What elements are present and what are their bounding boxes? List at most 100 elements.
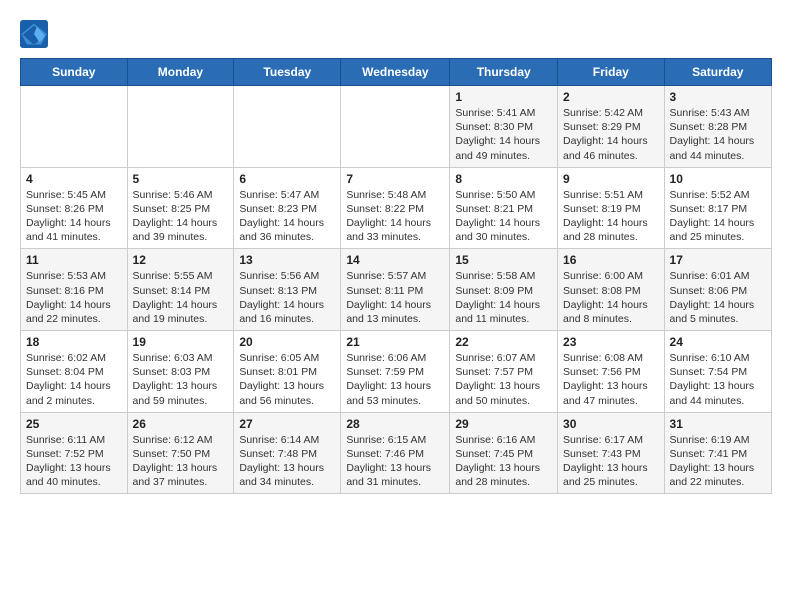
day-info: Sunrise: 5:48 AM Sunset: 8:22 PM Dayligh… <box>346 188 444 245</box>
day-info: Sunrise: 5:53 AM Sunset: 8:16 PM Dayligh… <box>26 269 122 326</box>
logo-icon <box>20 20 48 48</box>
day-number: 4 <box>26 172 122 186</box>
calendar-cell: 26Sunrise: 6:12 AM Sunset: 7:50 PM Dayli… <box>127 412 234 494</box>
day-number: 31 <box>670 417 766 431</box>
calendar-cell: 1Sunrise: 5:41 AM Sunset: 8:30 PM Daylig… <box>450 86 558 168</box>
calendar-cell <box>234 86 341 168</box>
calendar-cell: 14 Sunrise: 5:57 AM Sunset: 8:11 PM Dayli… <box>341 249 450 331</box>
day-info: Sunrise: 6:16 AM Sunset: 7:45 PM Dayligh… <box>455 433 552 490</box>
day-number: 10 <box>670 172 766 186</box>
calendar-cell: 30 Sunrise: 6:17 AM Sunset: 7:43 PM Dayli… <box>558 412 665 494</box>
day-number: 20 <box>239 335 335 349</box>
day-info: Sunrise: 5:46 AM Sunset: 8:25 PM Dayligh… <box>133 188 229 245</box>
day-number: 22 <box>455 335 552 349</box>
day-number: 23 <box>563 335 659 349</box>
day-number: 7 <box>346 172 444 186</box>
weekday-header-row: SundayMondayTuesdayWednesdayThursdayFrid… <box>21 59 772 86</box>
day-info: Sunrise: 6:01 AM Sunset: 8:06 PM Dayligh… <box>670 269 766 326</box>
day-number: 5 <box>133 172 229 186</box>
weekday-header-saturday: Saturday <box>664 59 771 86</box>
day-info: Sunrise: 6:06 AM Sunset: 7:59 PM Dayligh… <box>346 351 444 408</box>
weekday-header-monday: Monday <box>127 59 234 86</box>
day-number: 18 <box>26 335 122 349</box>
day-info: Sunrise: 5:41 AM Sunset: 8:30 PM Dayligh… <box>455 106 552 163</box>
day-info: Sunrise: 6:00 AM Sunset: 8:08 PM Dayligh… <box>563 269 659 326</box>
day-info: Sunrise: 6:03 AM Sunset: 8:03 PM Dayligh… <box>133 351 229 408</box>
calendar-cell: 23Sunrise: 6:08 AM Sunset: 7:56 PM Dayli… <box>558 331 665 413</box>
calendar-cell: 2 Sunrise: 5:42 AM Sunset: 8:29 PM Daylig… <box>558 86 665 168</box>
calendar-cell <box>341 86 450 168</box>
calendar-week-5: 25 Sunrise: 6:11 AM Sunset: 7:52 PM Dayli… <box>21 412 772 494</box>
day-number: 3 <box>670 90 766 104</box>
day-info: Sunrise: 5:58 AM Sunset: 8:09 PM Dayligh… <box>455 269 552 326</box>
day-info: Sunrise: 6:07 AM Sunset: 7:57 PM Dayligh… <box>455 351 552 408</box>
calendar-cell: 31 Sunrise: 6:19 AM Sunset: 7:41 PM Dayli… <box>664 412 771 494</box>
calendar-cell: 20Sunrise: 6:05 AM Sunset: 8:01 PM Dayli… <box>234 331 341 413</box>
calendar-table: SundayMondayTuesdayWednesdayThursdayFrid… <box>20 58 772 494</box>
calendar-cell: 8 Sunrise: 5:50 AM Sunset: 8:21 PM Daylig… <box>450 167 558 249</box>
calendar-cell: 21 Sunrise: 6:06 AM Sunset: 7:59 PM Dayli… <box>341 331 450 413</box>
weekday-header-thursday: Thursday <box>450 59 558 86</box>
calendar-cell: 29 Sunrise: 6:16 AM Sunset: 7:45 PM Dayli… <box>450 412 558 494</box>
day-info: Sunrise: 6:15 AM Sunset: 7:46 PM Dayligh… <box>346 433 444 490</box>
page-header <box>20 20 772 48</box>
day-number: 6 <box>239 172 335 186</box>
day-number: 21 <box>346 335 444 349</box>
calendar-cell: 6 Sunrise: 5:47 AM Sunset: 8:23 PM Daylig… <box>234 167 341 249</box>
day-number: 16 <box>563 253 659 267</box>
calendar-week-2: 4 Sunrise: 5:45 AM Sunset: 8:26 PM Daylig… <box>21 167 772 249</box>
calendar-cell: 17 Sunrise: 6:01 AM Sunset: 8:06 PM Dayli… <box>664 249 771 331</box>
day-number: 29 <box>455 417 552 431</box>
day-info: Sunrise: 6:14 AM Sunset: 7:48 PM Dayligh… <box>239 433 335 490</box>
calendar-cell: 9 Sunrise: 5:51 AM Sunset: 8:19 PM Daylig… <box>558 167 665 249</box>
calendar-cell: 11 Sunrise: 5:53 AM Sunset: 8:16 PM Dayli… <box>21 249 128 331</box>
day-number: 14 <box>346 253 444 267</box>
day-number: 25 <box>26 417 122 431</box>
calendar-cell: 19 Sunrise: 6:03 AM Sunset: 8:03 PM Dayli… <box>127 331 234 413</box>
day-info: Sunrise: 6:02 AM Sunset: 8:04 PM Dayligh… <box>26 351 122 408</box>
weekday-header-tuesday: Tuesday <box>234 59 341 86</box>
day-number: 19 <box>133 335 229 349</box>
day-info: Sunrise: 5:57 AM Sunset: 8:11 PM Dayligh… <box>346 269 444 326</box>
calendar-cell <box>127 86 234 168</box>
day-info: Sunrise: 5:42 AM Sunset: 8:29 PM Dayligh… <box>563 106 659 163</box>
calendar-week-3: 11 Sunrise: 5:53 AM Sunset: 8:16 PM Dayli… <box>21 249 772 331</box>
day-number: 13 <box>239 253 335 267</box>
day-info: Sunrise: 5:52 AM Sunset: 8:17 PM Dayligh… <box>670 188 766 245</box>
day-number: 11 <box>26 253 122 267</box>
day-number: 12 <box>133 253 229 267</box>
calendar-cell: 24Sunrise: 6:10 AM Sunset: 7:54 PM Dayli… <box>664 331 771 413</box>
day-info: Sunrise: 5:50 AM Sunset: 8:21 PM Dayligh… <box>455 188 552 245</box>
day-info: Sunrise: 5:51 AM Sunset: 8:19 PM Dayligh… <box>563 188 659 245</box>
calendar-cell: 3 Sunrise: 5:43 AM Sunset: 8:28 PM Daylig… <box>664 86 771 168</box>
calendar-cell: 4 Sunrise: 5:45 AM Sunset: 8:26 PM Daylig… <box>21 167 128 249</box>
calendar-cell: 25 Sunrise: 6:11 AM Sunset: 7:52 PM Dayli… <box>21 412 128 494</box>
day-info: Sunrise: 5:45 AM Sunset: 8:26 PM Dayligh… <box>26 188 122 245</box>
day-number: 27 <box>239 417 335 431</box>
weekday-header-sunday: Sunday <box>21 59 128 86</box>
calendar-cell: 27 Sunrise: 6:14 AM Sunset: 7:48 PM Dayli… <box>234 412 341 494</box>
day-number: 8 <box>455 172 552 186</box>
day-info: Sunrise: 6:11 AM Sunset: 7:52 PM Dayligh… <box>26 433 122 490</box>
calendar-week-1: 1Sunrise: 5:41 AM Sunset: 8:30 PM Daylig… <box>21 86 772 168</box>
calendar-cell: 10 Sunrise: 5:52 AM Sunset: 8:17 PM Dayli… <box>664 167 771 249</box>
day-info: Sunrise: 6:19 AM Sunset: 7:41 PM Dayligh… <box>670 433 766 490</box>
day-number: 30 <box>563 417 659 431</box>
calendar-week-4: 18 Sunrise: 6:02 AM Sunset: 8:04 PM Dayli… <box>21 331 772 413</box>
day-number: 9 <box>563 172 659 186</box>
calendar-cell: 22 Sunrise: 6:07 AM Sunset: 7:57 PM Dayli… <box>450 331 558 413</box>
day-number: 2 <box>563 90 659 104</box>
day-info: Sunrise: 5:56 AM Sunset: 8:13 PM Dayligh… <box>239 269 335 326</box>
day-info: Sunrise: 5:43 AM Sunset: 8:28 PM Dayligh… <box>670 106 766 163</box>
calendar-cell: 28 Sunrise: 6:15 AM Sunset: 7:46 PM Dayli… <box>341 412 450 494</box>
calendar-cell: 13 Sunrise: 5:56 AM Sunset: 8:13 PM Dayli… <box>234 249 341 331</box>
day-number: 28 <box>346 417 444 431</box>
calendar-cell: 5 Sunrise: 5:46 AM Sunset: 8:25 PM Daylig… <box>127 167 234 249</box>
day-number: 17 <box>670 253 766 267</box>
day-info: Sunrise: 5:55 AM Sunset: 8:14 PM Dayligh… <box>133 269 229 326</box>
day-info: Sunrise: 6:17 AM Sunset: 7:43 PM Dayligh… <box>563 433 659 490</box>
day-info: Sunrise: 6:10 AM Sunset: 7:54 PM Dayligh… <box>670 351 766 408</box>
logo <box>20 20 52 48</box>
day-info: Sunrise: 5:47 AM Sunset: 8:23 PM Dayligh… <box>239 188 335 245</box>
calendar-cell: 16 Sunrise: 6:00 AM Sunset: 8:08 PM Dayli… <box>558 249 665 331</box>
